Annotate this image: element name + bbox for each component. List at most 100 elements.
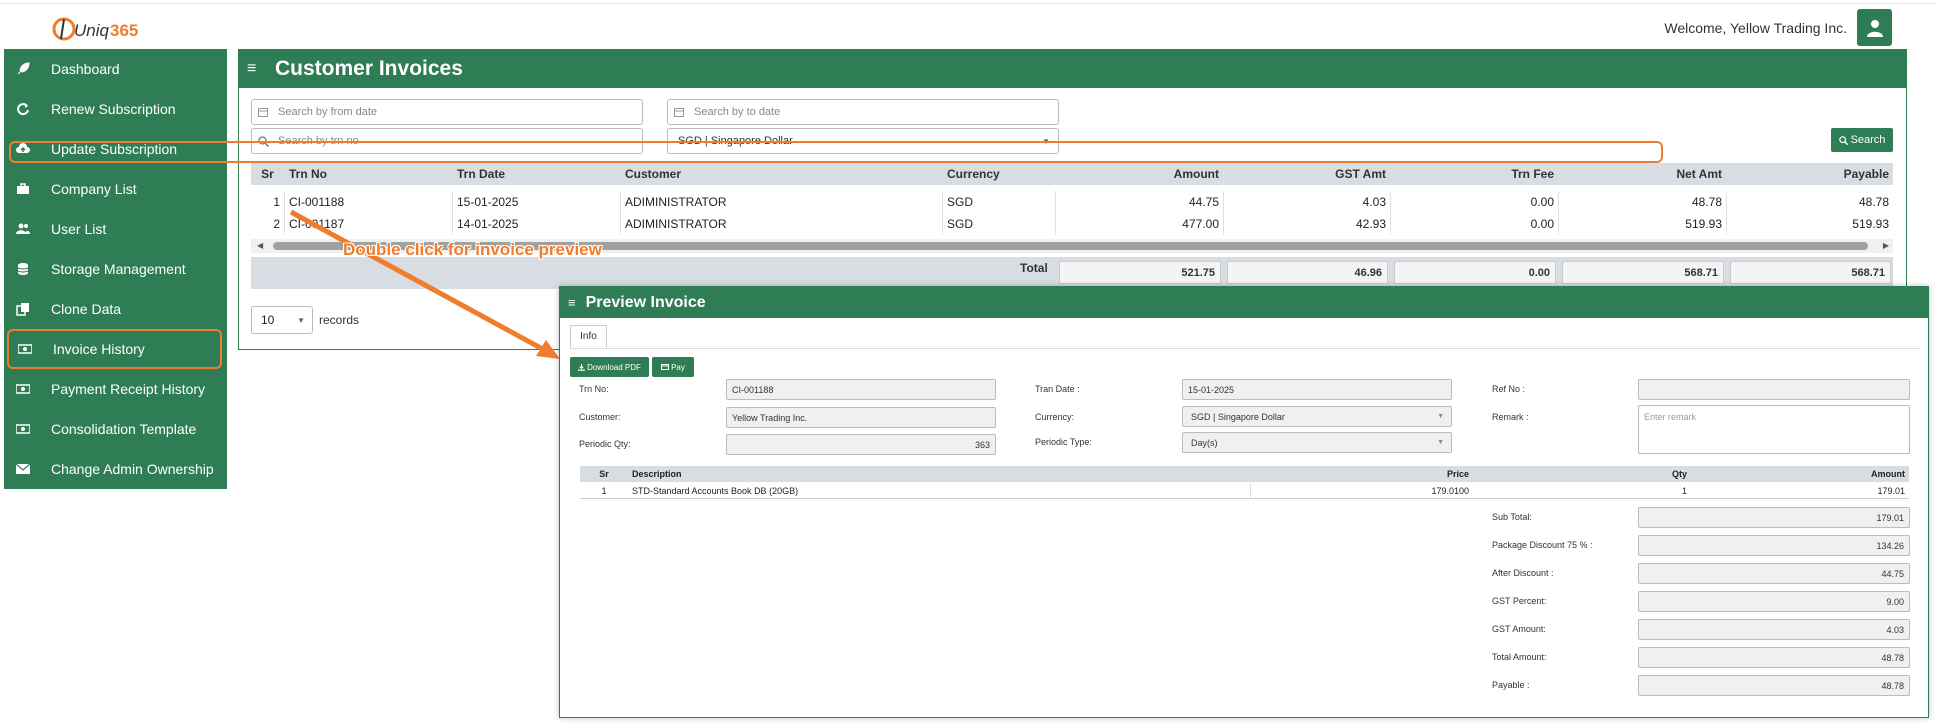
sidebar-item-company-list[interactable]: Company List xyxy=(4,169,227,209)
cell-sr: 1 xyxy=(251,191,285,213)
sidebar-item-consolidation-template[interactable]: Consolidation Template xyxy=(4,409,227,449)
sidebar-item-label: Storage Management xyxy=(51,261,186,277)
money-icon xyxy=(16,382,46,396)
currency-field: SGD | Singapore Dollar ▼ xyxy=(1182,406,1452,427)
table-row[interactable]: 1 CI-001188 15-01-2025 ADIMINISTRATOR SG… xyxy=(251,191,1893,213)
total-gst-amt: 46.96 xyxy=(1227,261,1388,284)
hamburger-icon[interactable]: ≡ xyxy=(568,295,576,310)
remark-placeholder: Enter remark xyxy=(1644,412,1697,422)
sidebar-item-label: Invoice History xyxy=(53,341,145,357)
sub-total-field: 179.01 xyxy=(1638,507,1910,528)
page-size-select[interactable]: 10 ▼ xyxy=(251,306,313,334)
total-trn-fee: 0.00 xyxy=(1394,261,1556,284)
column-header-price: Price xyxy=(1446,469,1469,479)
cell-customer: ADIMINISTRATOR xyxy=(621,191,943,213)
package-discount-field: 134.26 xyxy=(1638,535,1910,556)
user-menu-button[interactable] xyxy=(1857,9,1892,46)
total-net-amt: 568.71 xyxy=(1562,261,1724,284)
column-header-currency[interactable]: Currency xyxy=(943,163,1056,185)
table-row[interactable]: 2 CI-001187 14-01-2025 ADIMINISTRATOR SG… xyxy=(251,213,1893,235)
from-date-input[interactable]: Search by from date xyxy=(251,99,643,125)
column-header-trn-date[interactable]: Trn Date xyxy=(453,163,621,185)
sidebar-item-label: Company List xyxy=(51,181,137,197)
totals-row: Total 521.75 46.96 0.00 568.71 568.71 xyxy=(251,257,1893,289)
search-button[interactable]: Search xyxy=(1831,128,1893,152)
sidebar-item-clone-data[interactable]: Clone Data xyxy=(4,289,227,329)
chevron-down-icon: ▼ xyxy=(1437,439,1444,446)
column-header-trn-fee[interactable]: Trn Fee xyxy=(1391,163,1559,185)
sidebar-item-storage-management[interactable]: Storage Management xyxy=(4,249,227,289)
sidebar-item-invoice-history[interactable]: Invoice History xyxy=(7,329,222,369)
to-date-input[interactable]: Search by to date xyxy=(667,99,1059,125)
cell-trn-no: CI-001187 xyxy=(285,213,453,235)
modal-title: Preview Invoice xyxy=(585,293,706,311)
tab-info[interactable]: Info xyxy=(570,325,607,348)
sidebar-item-user-list[interactable]: User List xyxy=(4,209,227,249)
credit-card-icon xyxy=(661,364,670,370)
column-header-payable[interactable]: Payable xyxy=(1727,163,1893,185)
cell-net-amt: 48.78 xyxy=(1559,191,1727,213)
column-header-customer[interactable]: Customer xyxy=(621,163,943,185)
cell-currency: SGD xyxy=(943,191,1056,213)
cell-gst-amt: 4.03 xyxy=(1224,191,1391,213)
column-header-net-amt[interactable]: Net Amt xyxy=(1559,163,1727,185)
app-logo[interactable]: Uniq 365 xyxy=(52,9,138,47)
total-payable: 568.71 xyxy=(1730,261,1891,284)
payable-field: 48.78 xyxy=(1638,675,1910,696)
items-header-row: Sr Description Price Qty Amount xyxy=(580,466,1909,482)
cell-trn-fee: 0.00 xyxy=(1391,213,1559,235)
sidebar-item-change-admin-ownership[interactable]: Change Admin Ownership xyxy=(4,449,227,489)
currency-select[interactable]: SGD | Singapore Dollar ▼ xyxy=(667,128,1059,154)
cell-price: 179.0100 xyxy=(1250,483,1473,499)
sidebar-item-label: Clone Data xyxy=(51,301,122,317)
scroll-left-icon[interactable]: ◀ xyxy=(257,239,263,253)
download-pdf-label: Download PDF xyxy=(587,362,641,372)
sidebar-item-update-subscription[interactable]: Update Subscription xyxy=(4,129,227,169)
currency-field-value: SGD | Singapore Dollar xyxy=(1191,411,1285,422)
sidebar-item-label: Payment Receipt History xyxy=(51,381,206,397)
money-icon xyxy=(18,342,48,356)
money-icon xyxy=(16,422,46,436)
cell-trn-date: 14-01-2025 xyxy=(453,213,621,235)
to-date-placeholder: Search by to date xyxy=(694,106,781,118)
sidebar-item-label: Consolidation Template xyxy=(51,421,197,437)
column-header-gst-amt[interactable]: GST Amt xyxy=(1224,163,1391,185)
records-label: records xyxy=(319,313,360,327)
cloud-upload-icon xyxy=(16,142,46,156)
download-pdf-button[interactable]: Download PDF xyxy=(570,357,649,377)
scroll-right-icon[interactable]: ▶ xyxy=(1883,239,1889,253)
copy-icon xyxy=(16,302,46,316)
cell-net-amt: 519.93 xyxy=(1559,213,1727,235)
cell-amount: 179.01 xyxy=(1877,486,1905,496)
pay-button[interactable]: Pay xyxy=(652,357,694,377)
search-icon xyxy=(258,135,270,147)
chevron-down-icon: ▼ xyxy=(1042,137,1050,146)
column-header-sr[interactable]: Sr xyxy=(251,163,285,185)
sidebar-item-renew-subscription[interactable]: Renew Subscription xyxy=(4,89,227,129)
remark-textarea[interactable]: Enter remark xyxy=(1638,405,1910,454)
column-header-amount[interactable]: Amount xyxy=(1056,163,1224,185)
users-icon xyxy=(16,222,46,236)
modal-header: ≡ Preview Invoice xyxy=(560,287,1928,318)
total-amount: 521.75 xyxy=(1059,261,1221,284)
table-row: 1 STD-Standard Accounts Book DB (20GB) 1… xyxy=(580,483,1909,499)
trn-no-search-input[interactable]: Search by trn no xyxy=(251,128,643,154)
sidebar-item-dashboard[interactable]: Dashboard xyxy=(4,49,227,89)
hamburger-icon[interactable]: ≡ xyxy=(247,60,263,78)
gst-percent-label: GST Percent: xyxy=(1492,596,1547,606)
calendar-icon xyxy=(258,106,270,118)
trn-no-placeholder: Search by trn no xyxy=(278,135,359,147)
periodic-qty-label: Periodic Qty: xyxy=(579,439,631,449)
refresh-icon xyxy=(16,102,46,116)
chevron-down-icon: ▼ xyxy=(297,316,305,325)
sidebar: Dashboard Renew Subscription Update Subs… xyxy=(4,49,227,489)
tran-date-label: Tran Date : xyxy=(1035,384,1080,394)
customer-field: Yellow Trading Inc. xyxy=(726,407,996,428)
column-header-trn-no[interactable]: Trn No xyxy=(285,163,453,185)
briefcase-icon xyxy=(16,182,46,196)
search-button-label: Search xyxy=(1850,134,1886,146)
sidebar-item-payment-receipt-history[interactable]: Payment Receipt History xyxy=(4,369,227,409)
cell-customer: ADIMINISTRATOR xyxy=(621,213,943,235)
currency-select-value: SGD | Singapore Dollar xyxy=(678,135,793,147)
cell-sr: 1 xyxy=(601,486,607,496)
